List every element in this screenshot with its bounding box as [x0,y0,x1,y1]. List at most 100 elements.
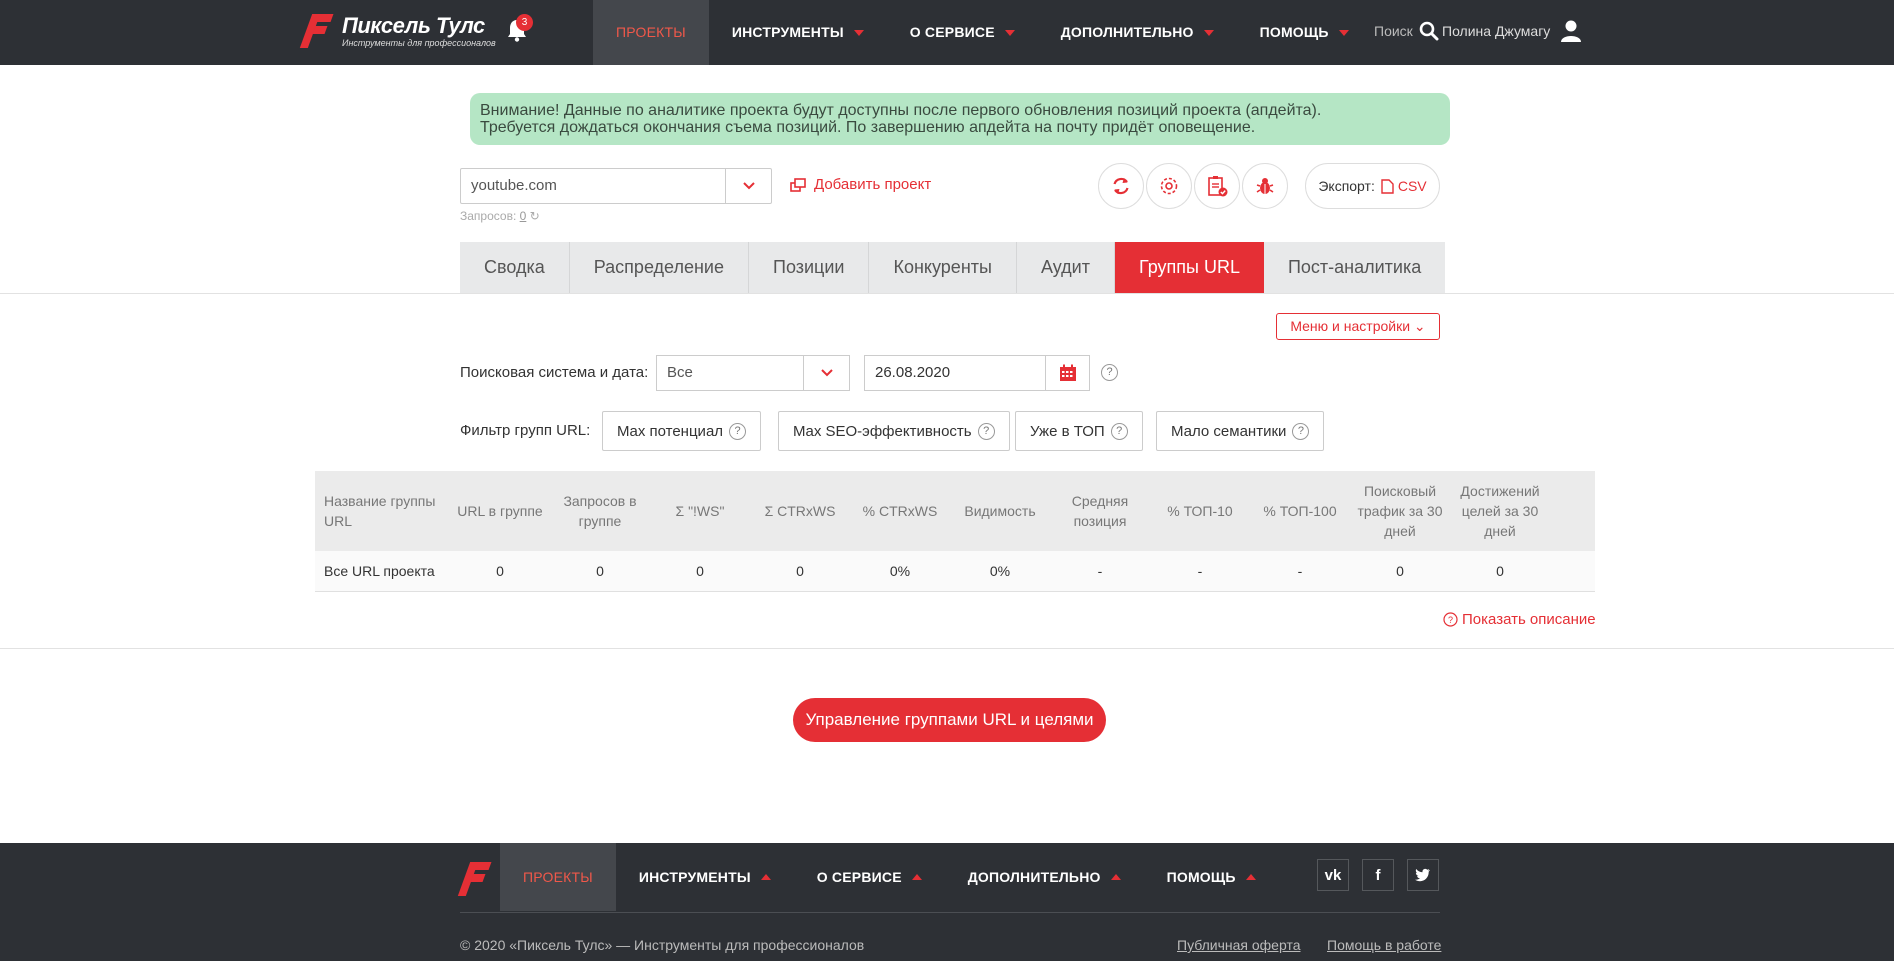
search-icon [1419,21,1439,41]
col-avg-position[interactable]: Средняя позиция [1050,491,1150,531]
calendar-button[interactable] [1045,356,1089,390]
bug-report-button[interactable] [1242,163,1288,209]
tab-competitors[interactable]: Конкуренты [869,242,1017,293]
footer-nav: ПРОЕКТЫ ИНСТРУМЕНТЫ О СЕРВИСЕ ДОПОЛНИТЕЛ… [500,843,1279,911]
project-select-value: youtube.com [471,177,557,194]
tab-distribution[interactable]: Распределение [569,242,749,293]
nav-projects[interactable]: ПРОЕКТЫ [593,0,709,65]
filter-max-seo[interactable]: Max SEO-эффективность? [778,411,1010,451]
filter-low-semantics[interactable]: Мало семантики? [1156,411,1325,451]
twitter-icon[interactable] [1407,859,1439,891]
analytics-alert: Внимание! Данные по аналитике проекта бу… [470,93,1450,145]
nav-extra[interactable]: ДОПОЛНИТЕЛЬНО [1038,0,1237,65]
user-menu[interactable]: Полина Джумагу [1442,19,1582,43]
help-icon[interactable]: ? [977,422,995,440]
footer-nav-about[interactable]: О СЕРВИСЕ [794,843,945,911]
cell-visibility: 0% [989,563,1011,579]
project-tabs: Сводка Распределение Позиции Конкуренты … [460,242,1446,293]
calendar-icon [1059,364,1076,381]
filter-max-potential[interactable]: Max потенциал? [602,411,762,451]
add-project-icon [790,177,806,192]
cell-traffic: 0 [1396,563,1404,579]
menu-settings-button[interactable]: Меню и настройки ⌄ [1276,313,1440,340]
refresh-small-icon[interactable]: ↻ [530,209,540,223]
footer-nav-projects[interactable]: ПРОЕКТЫ [500,843,616,911]
chevron-down-icon [742,182,755,190]
footer: ПРОЕКТЫ ИНСТРУМЕНТЫ О СЕРВИСЕ ДОПОЛНИТЕЛ… [0,843,1894,961]
cell-avg-position: - [1097,563,1103,579]
vk-icon[interactable]: vk [1317,859,1349,891]
search-engine-toggle[interactable] [803,356,849,390]
section-divider [0,648,1894,649]
footer-nav-help[interactable]: ПОМОЩЬ [1144,843,1279,911]
settings-button[interactable] [1146,163,1192,209]
svg-text:?: ? [1448,615,1453,625]
tab-audit[interactable]: Аудит [1016,242,1115,293]
footer-logo-icon[interactable] [457,860,492,898]
col-ws[interactable]: Σ "!WS" [650,501,750,521]
nav-tools[interactable]: ИНСТРУМЕНТЫ [709,0,887,65]
col-urls[interactable]: URL в группе [450,501,550,521]
main-nav: ПРОЕКТЫ ИНСТРУМЕНТЫ О СЕРВИСЕ ДОПОЛНИТЕЛ… [593,0,1372,65]
user-icon [1561,20,1582,42]
col-top100[interactable]: % ТОП-100 [1250,501,1350,521]
gear-icon [1160,177,1178,195]
col-traffic[interactable]: Поисковый трафик за 30 дней [1350,481,1450,541]
tab-summary[interactable]: Сводка [460,242,570,293]
export-csv-link[interactable]: CSV [1381,178,1427,194]
filter-already-top[interactable]: Уже в ТОП? [1015,411,1143,451]
tab-post-analytics[interactable]: Пост-аналитика [1263,242,1446,293]
file-icon [1381,178,1394,194]
project-select[interactable]: youtube.com [460,168,772,204]
requests-count-value[interactable]: 0 [520,209,527,223]
col-group-name[interactable]: Название группы URL [315,491,450,531]
col-pct-ctrxws[interactable]: % CTRxWS [850,501,950,521]
help-icon[interactable]: ? [1101,364,1118,381]
public-offer-link[interactable]: Публичная оферта [1177,937,1301,953]
tab-positions[interactable]: Позиции [749,242,870,293]
caret-down-icon [853,29,864,36]
cell-group-name: Все URL проекта [324,563,435,579]
nav-help[interactable]: ПОМОЩЬ [1237,0,1372,65]
tab-url-groups[interactable]: Группы URL [1114,242,1264,293]
question-circle-icon: ? [1443,612,1458,627]
help-icon[interactable]: ? [729,422,747,440]
col-visibility[interactable]: Видимость [950,501,1050,521]
export-button[interactable]: Экспорт: CSV [1305,163,1440,209]
col-ctrxws[interactable]: Σ CTRxWS [750,501,850,521]
search-engine-select[interactable]: Все [656,355,850,391]
url-group-filter-label: Фильтр групп URL: [460,422,591,439]
footer-nav-extra[interactable]: ДОПОЛНИТЕЛЬНО [945,843,1144,911]
refresh-button[interactable] [1098,163,1144,209]
col-goals[interactable]: Достижений целей за 30 дней [1450,481,1550,541]
footer-nav-tools[interactable]: ИНСТРУМЕНТЫ [616,843,794,911]
help-icon[interactable]: ? [1110,422,1128,440]
logo[interactable]: Пиксель Тулс Инструменты для профессиона… [299,12,496,50]
show-description-link[interactable]: ? Показать описание [1443,611,1596,628]
table-row[interactable]: Все URL проекта 0 0 0 0 0% 0% - - - 0 0 [315,551,1595,592]
search-link[interactable]: Поиск [1374,21,1439,41]
help-link[interactable]: Помощь в работе [1327,937,1441,953]
facebook-icon[interactable]: f [1362,859,1394,891]
caret-up-icon [1245,874,1256,880]
cell-goals: 0 [1496,563,1504,579]
col-top10[interactable]: % ТОП-10 [1150,501,1250,521]
logo-title: Пиксель Тулс [342,12,485,38]
project-select-toggle[interactable] [725,169,771,203]
caret-down-icon [1338,29,1349,36]
report-button[interactable] [1194,163,1240,209]
cell-requests: 0 [596,563,604,579]
alert-line-2: Требуется дождаться окончания съема пози… [480,119,1256,136]
help-icon[interactable]: ? [1292,422,1310,440]
search-label: Поиск [1374,23,1413,39]
add-project-link[interactable]: Добавить проект [790,176,931,193]
manage-url-groups-button[interactable]: Управление группами URL и целями [793,698,1106,742]
col-requests[interactable]: Запросов в группе [550,491,650,531]
refresh-icon [1113,177,1129,195]
caret-up-icon [1110,874,1121,880]
bug-icon [1256,178,1274,194]
date-input[interactable]: 26.08.2020 [864,355,1090,391]
url-groups-table: Название группы URL URL в группе Запросо… [315,471,1595,592]
caret-down-icon [1004,29,1015,36]
nav-about[interactable]: О СЕРВИСЕ [887,0,1038,65]
